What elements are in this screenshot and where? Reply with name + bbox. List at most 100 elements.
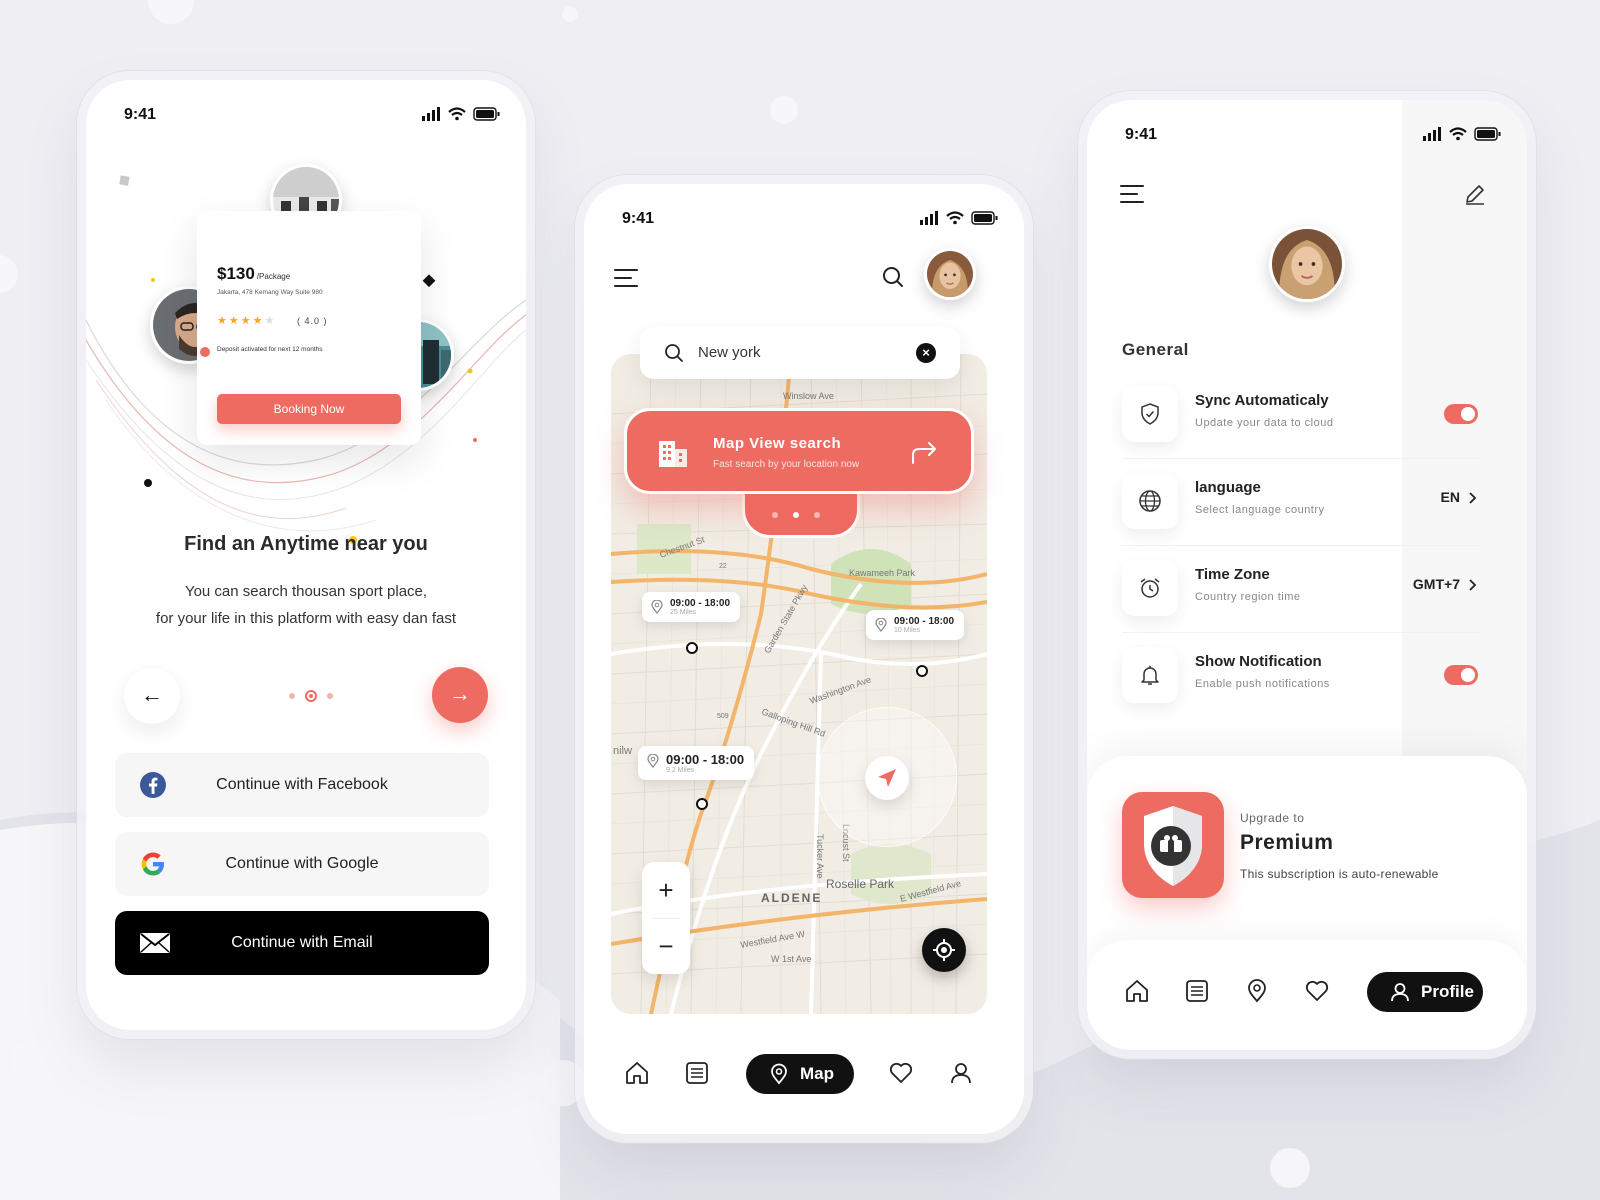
continue-email-label: Continue with Email [231,934,373,951]
pager-dot[interactable] [772,512,778,518]
status-icons [1423,127,1501,141]
location-pin-icon [647,754,659,768]
premium-shield-icon [1144,806,1202,886]
home-icon[interactable] [1124,978,1150,1004]
pin-hours: 09:00 - 18:00 [670,598,731,609]
user-icon[interactable] [948,1060,974,1086]
setting-subtitle: Enable push notifications [1195,678,1330,690]
pager-dot-active[interactable] [793,512,799,518]
menu-icon[interactable] [1120,184,1144,204]
card-accent-dot [200,347,210,357]
package-address: Jakarta, 478 Kemang Way Suite 980 [217,289,323,296]
premium-badge [1122,792,1224,898]
package-price-value: $130 [217,264,255,283]
decor-circle [770,96,798,124]
setting-row-language[interactable]: language Select language country EN [1122,467,1478,546]
avatar-photo-icon [927,251,973,297]
onboarding-pager [281,688,341,704]
map-label: Tucker Ave [815,834,825,879]
pin-hours: 09:00 - 18:00 [666,752,745,767]
location-pin-icon[interactable] [1244,978,1270,1004]
pager-dot[interactable] [814,512,820,518]
timezone-value: GMT+7 [1412,576,1460,592]
heart-icon[interactable] [888,1060,914,1086]
profile-avatar[interactable] [1269,226,1345,302]
tab-map-active[interactable]: Map [746,1054,854,1094]
menu-icon[interactable] [614,268,638,288]
banner-subtitle: Fast search by your location now [713,459,860,470]
list-icon[interactable] [1184,978,1210,1004]
setting-subtitle: Select language country [1195,504,1325,516]
location-pin-card[interactable]: 09:00 - 18:00 9.2 Miles [638,746,755,780]
list-icon[interactable] [684,1060,710,1086]
location-search-bar[interactable]: New york × [640,327,960,379]
setting-row-sync[interactable]: Sync Automaticaly Update your data to cl… [1122,380,1478,459]
shield-check-icon [1141,403,1159,425]
status-icons [422,107,500,121]
arrow-right-icon: → [449,681,471,706]
language-value: EN [1440,489,1460,505]
setting-icon-box [1122,386,1178,442]
status-bar: 9:41 [1087,100,1527,160]
setting-row-notification[interactable]: Show Notification Enable push notificati… [1122,641,1478,713]
setting-title: language [1195,479,1261,496]
star-empty-icon: ★ [264,315,277,327]
banner-pager [772,510,832,520]
decor-circle [562,6,578,22]
setting-row-timezone[interactable]: Time Zone Country region time GMT+7 [1122,554,1478,633]
pager-dot-active[interactable] [305,690,317,702]
navigation-button[interactable] [865,756,909,800]
location-pin-card[interactable]: 09:00 - 18:00 10 Miles [866,610,965,640]
map-marker[interactable] [916,665,928,677]
pin-distance: 10 Miles [894,627,921,634]
status-bar: 9:41 [86,80,526,140]
arrow-left-icon: ← [141,682,163,707]
search-input[interactable]: New york [698,344,761,361]
pager-dot[interactable] [289,693,295,699]
location-pin-icon [875,618,887,632]
continue-email-button[interactable]: Continue with Email [115,911,489,975]
continue-google-button[interactable]: Continue with Google [115,832,489,896]
premium-upgrade-label: Upgrade to [1240,811,1305,825]
onboarding-description: You can search thousan sport place, for … [126,578,486,632]
heart-icon[interactable] [1304,978,1330,1004]
map-marker[interactable] [696,798,708,810]
map-label-roselle-park: Roselle Park [826,877,895,891]
pin-distance: 25 Miles [670,609,697,616]
decor-circle [10,1040,50,1080]
map-label: W 1st Ave [771,954,811,964]
rating-value: ( 4.0 ) [297,316,328,326]
notification-toggle[interactable] [1444,665,1478,685]
edit-icon[interactable] [1463,182,1487,206]
booking-now-button[interactable]: Booking Now [217,394,401,424]
pager-dot[interactable] [327,693,333,699]
next-button[interactable]: → [432,667,488,723]
map-marker[interactable] [686,642,698,654]
clear-icon[interactable]: × [916,343,936,363]
premium-upgrade-card[interactable]: Upgrade to Premium This subscription is … [1087,756,1527,966]
continue-facebook-label: Continue with Facebook [216,776,388,793]
setting-icon-box [1122,560,1178,616]
onboarding-description-line: You can search thousan sport place, [184,583,428,600]
locate-me-button[interactable] [922,928,966,972]
zoom-in-button[interactable]: + [642,862,690,918]
location-pin-card[interactable]: 09:00 - 18:00 25 Miles [642,592,741,622]
continue-facebook-button[interactable]: Continue with Facebook [115,753,489,817]
previous-button[interactable]: ← [124,668,180,724]
setting-title: Show Notification [1195,653,1322,670]
crosshair-icon [933,939,955,961]
zoom-out-button[interactable]: − [642,918,690,974]
user-avatar[interactable] [924,248,976,300]
map-view-search-banner[interactable]: Map View search Fast search by your loca… [624,408,974,494]
status-time: 9:41 [124,106,157,123]
sync-toggle[interactable] [1444,404,1478,424]
home-icon[interactable] [624,1060,650,1086]
rating-stars: ★★★★★ [217,314,276,327]
premium-title: Premium [1240,831,1334,854]
map-label: 22 [719,563,727,570]
share-arrow-icon[interactable] [911,441,939,465]
tab-map-label: Map [800,1064,834,1083]
tab-profile-active[interactable]: Profile [1367,972,1483,1012]
location-pin-icon [771,1063,787,1085]
search-icon[interactable] [882,266,904,288]
